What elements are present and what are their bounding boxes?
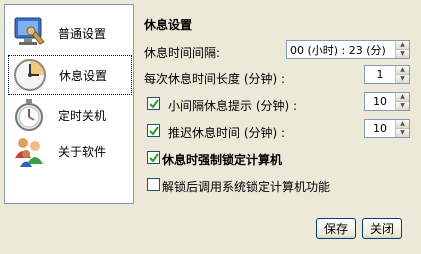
checkmark-icon: [148, 125, 159, 136]
force-lock-checkbox[interactable]: [147, 151, 160, 164]
sidebar-item-label: 定时关机: [58, 108, 107, 123]
sidebar-item-about[interactable]: 关于软件: [8, 131, 132, 171]
spin-up-button[interactable]: ▲: [396, 66, 409, 75]
interval-reminder-checkbox[interactable]: [147, 97, 160, 110]
spin-down-button[interactable]: ▼: [396, 129, 409, 137]
users-icon: [12, 134, 46, 168]
force-lock-label: 休息时强制锁定计算机: [162, 153, 283, 167]
sidebar-item-label: 关于软件: [58, 144, 107, 159]
duration-label: 每次休息时间长度 (分钟) :: [144, 72, 286, 86]
unlock-lock-label: 解锁后调用系统锁定计算机功能: [162, 180, 331, 194]
spin-up-button[interactable]: ▲: [396, 93, 409, 102]
sidebar-item-rest[interactable]: 休息设置: [8, 55, 132, 95]
spin-up-button[interactable]: ▲: [396, 120, 409, 129]
sidebar-item-label: 休息设置: [59, 68, 108, 83]
postpone-label: 推迟休息时间 (分钟) :: [168, 126, 286, 140]
interval-reminder-label: 小间隔休息提示 (分钟) :: [168, 99, 298, 113]
interval-reminder-value[interactable]: 10: [365, 95, 395, 108]
checkmark-icon: [148, 152, 159, 163]
interval-value[interactable]: 00 (小时) : 23 (分): [287, 42, 395, 58]
checkmark-icon: [148, 98, 159, 109]
sidebar-item-shutdown[interactable]: 定时关机: [8, 95, 132, 135]
spin-down-button[interactable]: ▼: [396, 75, 409, 83]
sidebar-item-general[interactable]: 普通设置: [8, 13, 132, 53]
unlock-lock-checkbox[interactable]: [147, 178, 160, 191]
postpone-spin-buttons: ▲ ▼: [395, 120, 409, 137]
general-settings-icon: [12, 16, 46, 50]
interval-spin-buttons: ▲ ▼: [395, 41, 409, 58]
sidebar: 普通设置 休息设置 定时关机 关于软件: [4, 4, 134, 204]
spin-down-button[interactable]: ▼: [396, 102, 409, 110]
postpone-spinner[interactable]: 10 ▲ ▼: [364, 119, 410, 138]
duration-spinner[interactable]: 1 ▲ ▼: [364, 65, 410, 84]
spin-down-button[interactable]: ▼: [396, 50, 409, 58]
close-button[interactable]: 关闭: [362, 218, 402, 239]
spin-up-button[interactable]: ▲: [396, 41, 409, 50]
sidebar-item-label: 普通设置: [58, 26, 107, 41]
interval-reminder-spinner[interactable]: 10 ▲ ▼: [364, 92, 410, 111]
save-button[interactable]: 保存: [316, 218, 356, 239]
interval-reminder-spin-buttons: ▲ ▼: [395, 93, 409, 110]
postpone-checkbox[interactable]: [147, 124, 160, 137]
duration-spin-buttons: ▲ ▼: [395, 66, 409, 83]
interval-spinner[interactable]: 00 (小时) : 23 (分) ▲ ▼: [286, 40, 410, 59]
settings-window: 普通设置 休息设置 定时关机 关于软件 休息设置 休息时间间隔: 00 (小时)…: [0, 0, 421, 254]
section-title: 休息设置: [144, 18, 193, 32]
clock-icon: [13, 58, 47, 92]
interval-label: 休息时间间隔:: [144, 46, 221, 60]
duration-value[interactable]: 1: [365, 68, 395, 81]
stopwatch-icon: [12, 98, 46, 132]
postpone-value[interactable]: 10: [365, 122, 395, 135]
